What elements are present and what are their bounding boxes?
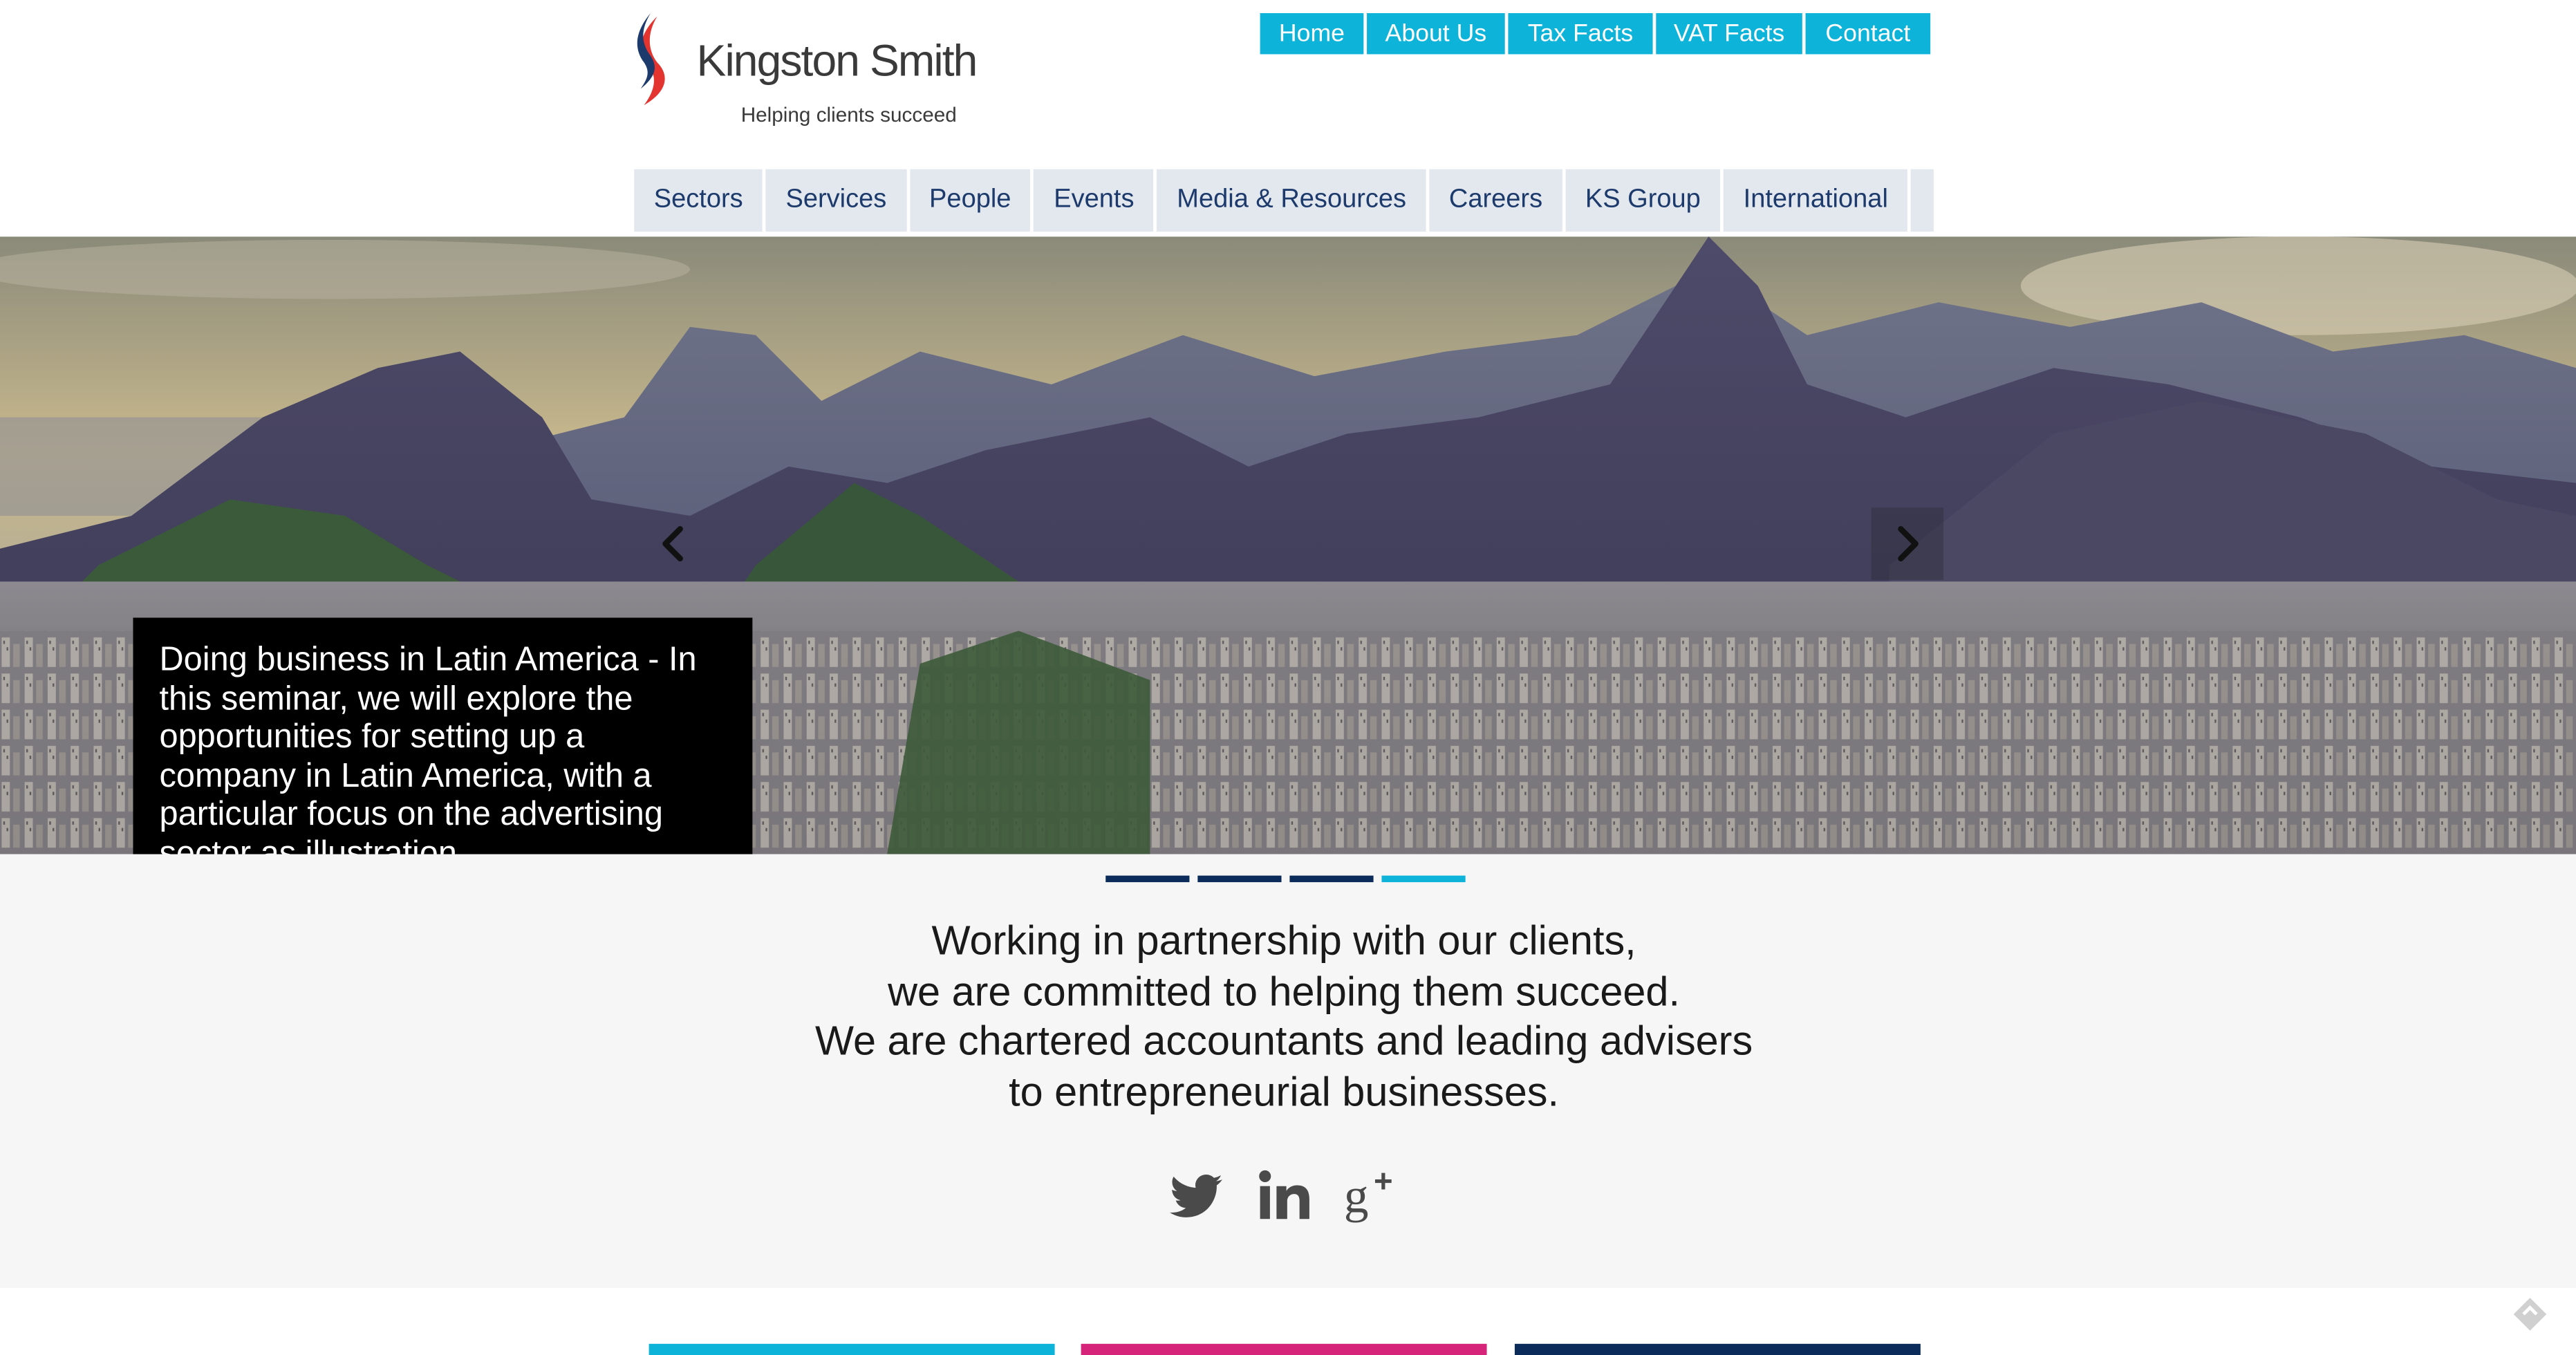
top-nav-vat-facts[interactable]: VAT Facts	[1656, 13, 1802, 55]
hero-slider: Doing business in Latin America - In thi…	[0, 236, 2576, 854]
slider-indicators	[1105, 875, 1466, 883]
main-nav: Sectors Services People Events Media & R…	[634, 169, 1934, 232]
top-nav-home[interactable]: Home	[1260, 13, 1364, 55]
feature-tile-magenta[interactable]	[1081, 1343, 1487, 1355]
main-nav-sectors[interactable]: Sectors	[634, 169, 766, 232]
linkedin-icon[interactable]	[1255, 1166, 1314, 1226]
top-nav-about-us[interactable]: About Us	[1367, 13, 1505, 55]
slider-prev-button[interactable]	[637, 507, 710, 580]
twitter-icon[interactable]	[1166, 1166, 1226, 1226]
feature-tiles-top	[0, 1288, 2576, 1355]
chevron-right-icon	[1898, 526, 1919, 562]
slider-dot-2[interactable]	[1197, 875, 1282, 883]
slide-caption[interactable]: Doing business in Latin America - In thi…	[133, 617, 753, 854]
brand-tagline: Helping clients succeed	[740, 103, 957, 127]
top-nav: Home About Us Tax Facts VAT Facts Contac…	[1260, 13, 1931, 55]
mission-section: Working in partnership with our clients,…	[0, 854, 2576, 1289]
kingston-smith-logo-mark	[637, 13, 665, 106]
main-nav-media-resources[interactable]: Media & Resources	[1157, 169, 1430, 232]
mission-line-2: we are committed to helping them succeed…	[888, 968, 1680, 1015]
main-nav-people[interactable]: People	[910, 169, 1034, 232]
logo[interactable]: Kingston Smith Helping clients succeed	[634, 13, 996, 131]
social-links: g	[1166, 1166, 1403, 1226]
mission-line-4: to entrepreneurial businesses.	[1009, 1068, 1560, 1115]
main-nav-events[interactable]: Events	[1034, 169, 1157, 232]
main-nav-services[interactable]: Services	[766, 169, 910, 232]
top-nav-contact[interactable]: Contact	[1805, 13, 1931, 55]
slider-dot-3[interactable]	[1289, 875, 1374, 883]
feature-tile-cyan[interactable]	[648, 1343, 1055, 1355]
top-nav-tax-facts[interactable]: Tax Facts	[1508, 13, 1653, 55]
main-nav-careers[interactable]: Careers	[1429, 169, 1566, 232]
diamond-tag-icon[interactable]	[2510, 1295, 2550, 1334]
mission-line-1: Working in partnership with our clients,	[931, 918, 1636, 964]
mission-line-3: We are chartered accountants and leading…	[814, 1018, 1753, 1065]
brand-name: Kingston Smith	[696, 36, 978, 86]
slider-next-button[interactable]	[1871, 507, 1944, 580]
svg-text:g: g	[1344, 1169, 1369, 1224]
main-nav-international[interactable]: International	[1724, 169, 1912, 232]
main-nav-ks-group[interactable]: KS Group	[1565, 169, 1724, 232]
mission-statement: Working in partnership with our clients,…	[624, 917, 1943, 1117]
slider-dot-1[interactable]	[1105, 875, 1190, 883]
chevron-left-icon	[662, 526, 683, 562]
page: Kingston Smith Helping clients succeed H…	[0, 0, 2576, 1355]
slider-dot-4-active[interactable]	[1381, 875, 1466, 883]
feature-tile-navy[interactable]	[1514, 1343, 1921, 1355]
google-plus-icon[interactable]: g	[1344, 1166, 1403, 1226]
